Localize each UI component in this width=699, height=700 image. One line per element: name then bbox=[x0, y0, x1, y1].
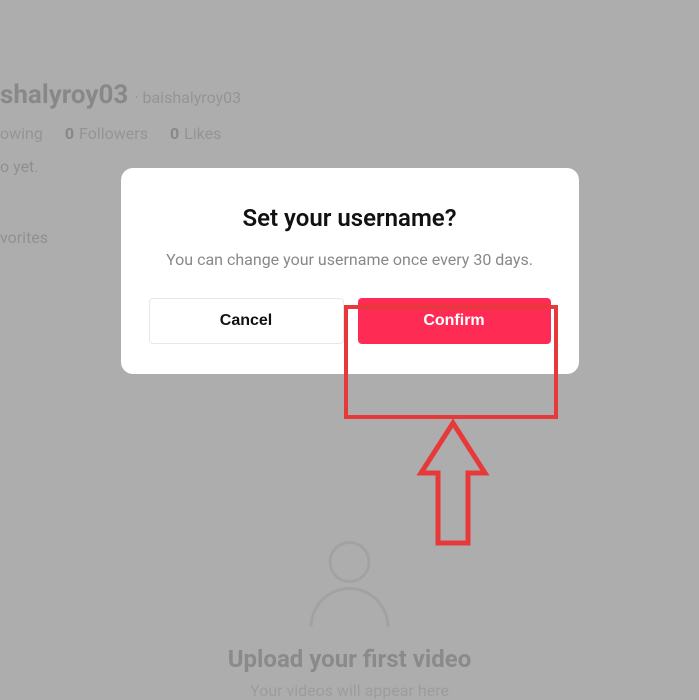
confirm-button[interactable]: Confirm bbox=[358, 298, 551, 344]
modal-body: You can change your username once every … bbox=[149, 248, 551, 272]
modal-overlay[interactable]: Set your username? You can change your u… bbox=[0, 0, 699, 700]
modal-title: Set your username? bbox=[149, 204, 551, 232]
cancel-button[interactable]: Cancel bbox=[149, 298, 344, 344]
modal-actions: Cancel Confirm bbox=[149, 298, 551, 344]
username-modal: Set your username? You can change your u… bbox=[121, 168, 579, 374]
